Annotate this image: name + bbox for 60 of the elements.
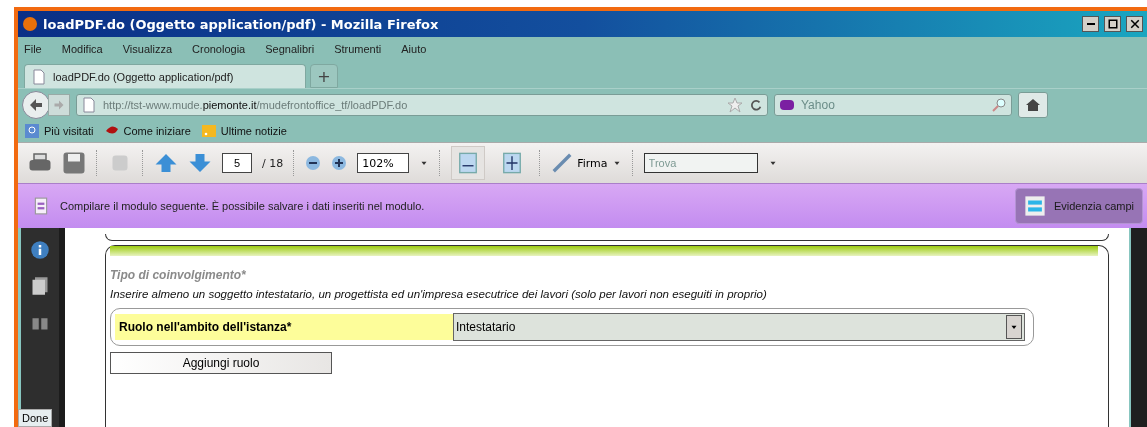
maximize-icon bbox=[1106, 18, 1119, 30]
browser-logo-icon bbox=[22, 16, 38, 32]
form-fields-icon bbox=[1023, 195, 1046, 217]
window-title: loadPDF.do (Oggetto application/pdf) - Mozilla Firefox bbox=[43, 16, 440, 32]
search-icon bbox=[24, 123, 40, 139]
home-button[interactable] bbox=[1018, 91, 1048, 118]
menu-item[interactable]: File bbox=[24, 42, 42, 55]
fit-width-icon bbox=[457, 152, 480, 174]
page-number-field[interactable]: 5 bbox=[222, 153, 252, 173]
down-arrow-icon bbox=[188, 151, 212, 175]
save-icon bbox=[62, 151, 86, 175]
sign-button[interactable]: Firma bbox=[551, 152, 622, 174]
menu-item[interactable]: Aiuto bbox=[401, 42, 427, 55]
search-input[interactable]: Yahoo bbox=[799, 96, 987, 113]
page-total: / 18 bbox=[262, 156, 284, 170]
menu-item[interactable]: Strumenti bbox=[334, 42, 382, 55]
highlight-fields-button[interactable]: Evidenzia campi bbox=[1014, 188, 1143, 224]
menu-item[interactable]: Modifica bbox=[61, 42, 103, 55]
page-icon bbox=[81, 96, 97, 113]
info-icon bbox=[30, 240, 50, 260]
new-tab-button[interactable]: + bbox=[310, 64, 338, 88]
forward-arrow-icon bbox=[53, 98, 65, 111]
minimize-icon bbox=[1086, 23, 1095, 25]
role-select[interactable]: Intestatario bbox=[453, 313, 1025, 341]
add-role-button[interactable]: Aggiungi ruolo bbox=[110, 352, 332, 374]
page-icon bbox=[31, 68, 47, 85]
menu-item[interactable]: Cronologia bbox=[192, 42, 246, 55]
section-title: Tipo di coinvolgimento* bbox=[110, 268, 247, 282]
status-text: Done bbox=[18, 409, 53, 427]
zoom-in-icon bbox=[331, 155, 348, 171]
pen-icon bbox=[551, 152, 574, 174]
close-icon bbox=[1128, 18, 1141, 30]
bookmark-link[interactable]: Come iniziare bbox=[103, 123, 191, 139]
search-icon bbox=[991, 96, 1007, 113]
field-label: Ruolo nell'ambito dell'istanza* bbox=[115, 314, 453, 340]
address-field[interactable]: http://tst-www.mude.piemonte.it/mudefrontoffice_tf/loadPDF.do bbox=[76, 93, 768, 116]
close-button[interactable] bbox=[1126, 16, 1143, 32]
zoom-out-icon bbox=[305, 155, 322, 171]
rss-feed-icon bbox=[200, 123, 217, 139]
search-field[interactable]: Yahoo bbox=[774, 93, 1012, 116]
bookmark-link[interactable]: Più visitati bbox=[24, 123, 94, 139]
home-icon bbox=[1025, 96, 1041, 113]
back-button[interactable] bbox=[22, 90, 50, 119]
instruction-text: Inserire almeno un soggetto intestatario, un progettista ed un'impresa esecutrice dei lavori (solo per lavori non eseguiti in proprio) bbox=[110, 288, 768, 300]
form-icon bbox=[32, 197, 50, 215]
menu-item[interactable]: Visualizza bbox=[122, 42, 173, 55]
pages-icon bbox=[30, 276, 50, 296]
browser-tab[interactable]: loadPDF.do (Oggetto application/pdf) bbox=[24, 64, 306, 88]
fit-page-icon bbox=[501, 152, 524, 174]
zoom-field[interactable]: 102% bbox=[357, 153, 410, 173]
notification-text: Compilare il modulo seguente. È possibile salvare i dati inseriti nel modulo. bbox=[60, 200, 426, 212]
reload-icon bbox=[749, 97, 763, 112]
find-field[interactable]: Trova bbox=[643, 153, 758, 173]
bookmark-link[interactable]: Ultime notizie bbox=[200, 123, 287, 139]
minimize-button[interactable] bbox=[1082, 16, 1099, 32]
menu-item[interactable]: Segnalibri bbox=[265, 42, 315, 55]
scrollbar[interactable] bbox=[1129, 228, 1147, 427]
maximize-button[interactable] bbox=[1104, 16, 1121, 32]
up-arrow-icon bbox=[154, 151, 178, 175]
star-icon bbox=[727, 96, 743, 113]
